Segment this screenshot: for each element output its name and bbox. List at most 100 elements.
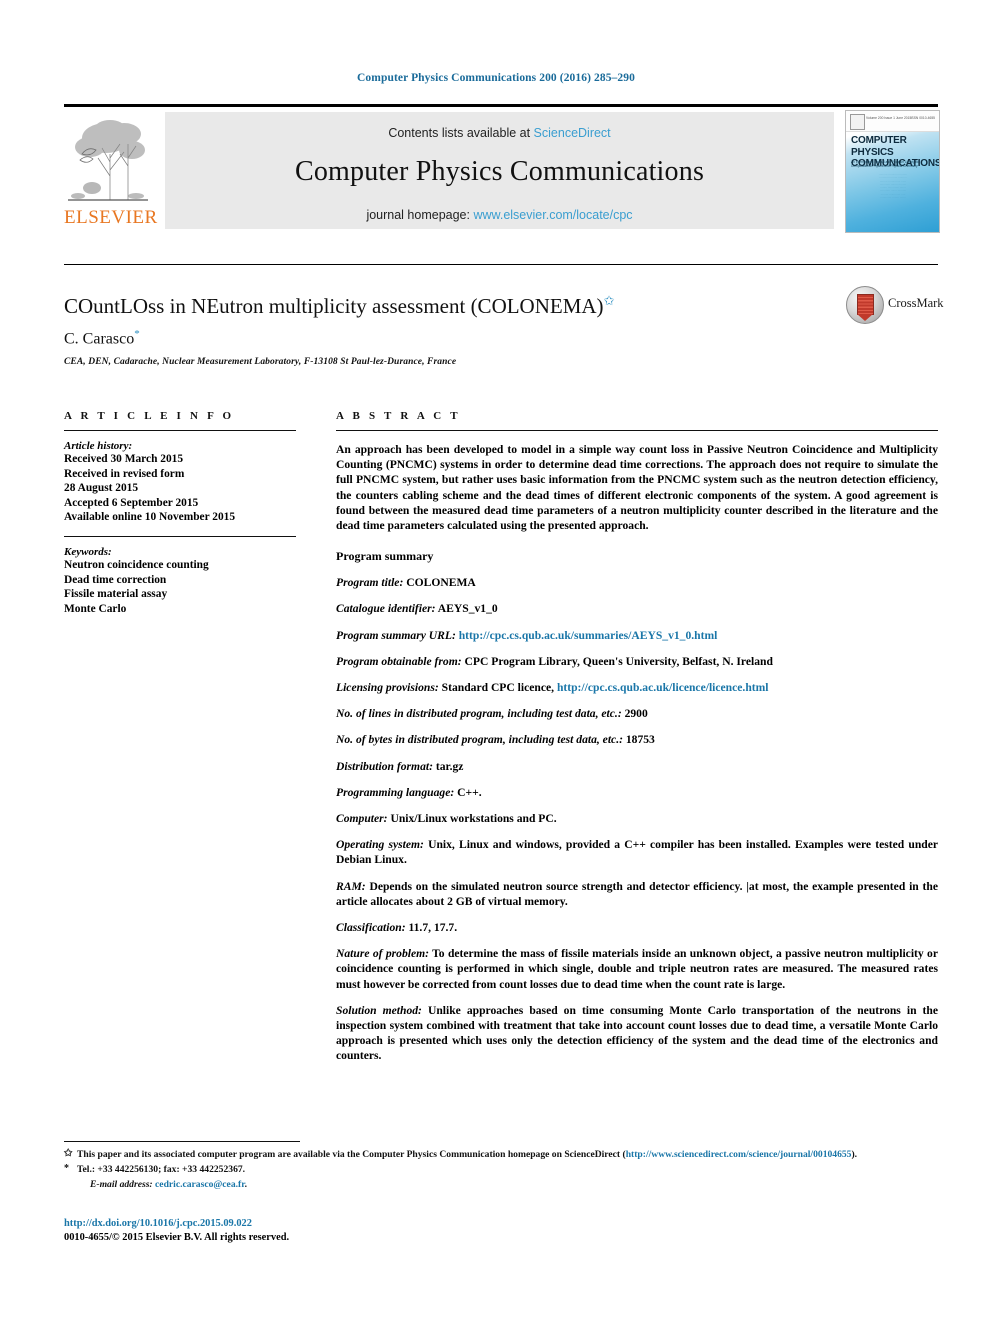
program-summary-item: Licensing provisions: Standard CPC licen…	[336, 680, 938, 695]
copyright-line: 0010-4655/© 2015 Elsevier B.V. All right…	[64, 1232, 290, 1243]
ps-label: Nature of problem:	[336, 947, 429, 961]
page-title: COuntLOss in NEutron multiplicity assess…	[64, 288, 804, 319]
ps-label: Computer:	[336, 812, 388, 826]
article-history-item: Available online 10 November 2015	[64, 511, 236, 524]
abstract-rule	[336, 430, 938, 431]
crossmark-book-shape	[857, 294, 874, 315]
journal-masthead: ELSEVIER Contents lists available at Sci…	[64, 104, 940, 233]
contents-line: Contents lists available at ScienceDirec…	[165, 126, 834, 140]
paper-page: Computer Physics Communications 200 (201…	[0, 0, 992, 1323]
corresponding-author-marker[interactable]: *	[134, 328, 140, 340]
title-footnote-marker[interactable]: ✩	[604, 293, 615, 308]
abstract-text: An approach has been developed to model …	[336, 443, 938, 533]
ps-value: Unix/Linux workstations and PC.	[387, 812, 557, 826]
author-list: C. Carasco*	[64, 328, 140, 348]
keywords-label: Keywords:	[64, 545, 112, 558]
ps-value: 11.7, 17.7.	[405, 921, 458, 935]
elsevier-wordmark: ELSEVIER	[64, 207, 158, 228]
footnote-star-marker: ✩	[64, 1148, 73, 1159]
cover-body-text: ·········· ············ ········· ·······…	[878, 173, 908, 200]
affiliation: CEA, DEN, Cadarache, Nuclear Measurement…	[64, 357, 457, 367]
homepage-line: journal homepage: www.elsevier.com/locat…	[165, 208, 834, 222]
keywords-rule	[64, 535, 296, 537]
article-info-rule	[64, 430, 296, 431]
crossmark-icon	[846, 286, 884, 324]
ps-label: No. of bytes in distributed program, inc…	[336, 733, 623, 747]
footnote-corresponding: * Tel.: +33 442256130; fax: +33 442252367…	[64, 1163, 940, 1176]
program-summary-item: Program summary URL: http://cpc.cs.qub.a…	[336, 628, 938, 643]
ps-label: Catalogue identifier:	[336, 602, 436, 616]
ps-value: Depends on the simulated neutron source …	[336, 879, 938, 908]
abstract-column: A B S T R A C T An approach has been dev…	[336, 410, 938, 1064]
footnote-email-row: E-mail address: cedric.carasco@cea.fr.	[64, 1178, 940, 1191]
ps-value: tar.gz	[432, 759, 464, 773]
ps-label: Solution method:	[336, 1003, 422, 1017]
ps-label: No. of lines in distributed program, inc…	[336, 707, 622, 721]
ps-label: Program obtainable from:	[336, 654, 462, 668]
sciencedirect-link[interactable]: ScienceDirect	[534, 126, 611, 140]
footnote-star: ✩ This paper and its associated computer …	[64, 1148, 940, 1161]
footnote-asterisk-marker: *	[64, 1163, 69, 1174]
program-summary-item: Programming language: C++.	[336, 785, 938, 800]
cover-elsevier-mark	[850, 114, 865, 130]
keyword-item: Neutron coincidence counting	[64, 558, 209, 571]
contents-prefix: Contents lists available at	[388, 126, 534, 140]
program-summary-item: Computer: Unix/Linux workstations and PC…	[336, 811, 938, 826]
email-link[interactable]: cedric.carasco@cea.fr	[155, 1179, 245, 1190]
ps-label: Licensing provisions:	[336, 681, 439, 695]
ps-label: Operating system:	[336, 838, 424, 852]
article-history-item: 28 August 2015	[64, 482, 139, 495]
sciencedirect-journal-link[interactable]: http://www.sciencedirect.com/science/jou…	[626, 1149, 852, 1160]
cover-issn-text: ISSN 0010-4655	[910, 116, 935, 120]
article-history-label: Article history:	[64, 440, 133, 452]
licence-url-link[interactable]: http://cpc.cs.qub.ac.uk/licence/licence.…	[557, 681, 769, 694]
ps-value: C++.	[454, 785, 482, 799]
article-info-column: A R T I C L E I N F O Article history: R…	[64, 410, 296, 616]
footnotes: ✩ This paper and its associated computer …	[64, 1146, 940, 1191]
footnote-star-text-end: ).	[851, 1149, 858, 1160]
author-name: C. Carasco	[64, 330, 135, 348]
program-summary-item: Catalogue identifier: AEYS_v1_0	[336, 601, 938, 616]
crossmark-badge[interactable]: CrossMark	[846, 284, 944, 326]
ps-label: Program title:	[336, 576, 404, 590]
ps-value: Standard CPC licence,	[438, 681, 557, 695]
ps-label: Distribution format:	[336, 759, 433, 773]
doi-link[interactable]: http://dx.doi.org/10.1016/j.cpc.2015.09.…	[64, 1217, 564, 1231]
cover-subtitle: An International Journal and Program Lib…	[851, 160, 920, 168]
elsevier-tree-icon	[66, 114, 150, 206]
article-history-item: Received 30 March 2015	[64, 453, 184, 465]
title-divider	[64, 264, 938, 265]
program-summary-item: Operating system: Unix, Linux and window…	[336, 837, 938, 867]
article-history-item: Accepted 6 September 2015	[64, 496, 199, 509]
program-summary-url-link[interactable]: http://cpc.cs.qub.ac.uk/summaries/AEYS_v…	[459, 629, 718, 642]
ps-label: Programming language:	[336, 785, 455, 799]
ps-value: Unix, Linux and windows, provided a C++ …	[336, 838, 939, 867]
article-history-item: Received in revised form	[64, 467, 185, 480]
email-trail: .	[244, 1179, 247, 1190]
program-summary-item: Nature of problem: To determine the mass…	[336, 946, 938, 992]
doi-copyright-block: http://dx.doi.org/10.1016/j.cpc.2015.09.…	[64, 1217, 564, 1245]
program-summary-item: No. of bytes in distributed program, inc…	[336, 732, 938, 747]
homepage-prefix: journal homepage:	[366, 208, 474, 222]
elsevier-logo: ELSEVIER	[64, 110, 158, 231]
program-summary-item: Classification: 11.7, 17.7.	[336, 920, 938, 935]
ps-value: Unlike approaches based on time consumin…	[336, 1003, 938, 1063]
program-summary-item: RAM: Depends on the simulated neutron so…	[336, 879, 938, 909]
article-info-heading: A R T I C L E I N F O	[64, 410, 235, 422]
email-label: E-mail address:	[90, 1179, 153, 1190]
cover-top-strip: Volume 200 Issue 1 June 2015 ISSN 0010-4…	[846, 111, 939, 132]
ps-label: RAM:	[336, 879, 366, 893]
homepage-link[interactable]: www.elsevier.com/locate/cpc	[473, 208, 632, 222]
footnote-divider	[64, 1141, 300, 1142]
abstract-heading: A B S T R A C T	[336, 410, 461, 422]
program-summary-item: Distribution format: tar.gz	[336, 759, 938, 774]
crossmark-point-shape	[857, 314, 873, 321]
footnote-star-text: This paper and its associated computer p…	[77, 1149, 626, 1160]
journal-cover-thumbnail: Volume 200 Issue 1 June 2015 ISSN 0010-4…	[845, 110, 940, 233]
ps-label: Classification:	[336, 921, 406, 935]
program-summary-heading: Program summary	[336, 549, 434, 564]
running-head: Computer Physics Communications 200 (201…	[357, 72, 635, 84]
program-summary-item: Program obtainable from: CPC Program Lib…	[336, 654, 938, 669]
crossmark-label: CrossMark	[888, 296, 944, 310]
article-title-text: COuntLOss in NEutron multiplicity assess…	[64, 294, 604, 318]
